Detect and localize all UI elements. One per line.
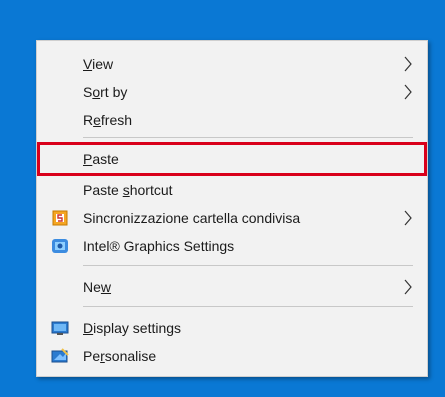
menu-item-intel-graphics[interactable]: Intel® Graphics Settings [37, 233, 427, 259]
sync-folder-icon [52, 210, 68, 226]
menu-item-sort-by[interactable]: Sort by [37, 79, 427, 105]
label-rest: hortcut [129, 182, 173, 198]
menu-item-new[interactable]: New [37, 274, 427, 300]
intel-graphics-icon [52, 239, 68, 253]
personalise-icon [51, 348, 69, 363]
menu-item-label: Sort by [83, 84, 127, 100]
menu-item-personalise[interactable]: Personalise [37, 343, 427, 369]
label-rest: rt by [100, 84, 128, 100]
menu-item-label: Personalise [83, 348, 156, 364]
mnemonic-char: P [83, 151, 93, 167]
menu-item-sync-folder[interactable]: Sincronizzazione cartella condivisa [37, 205, 427, 231]
chevron-right-icon [404, 210, 412, 226]
menu-item-label: View [83, 56, 113, 72]
mnemonic-char: e [93, 112, 101, 128]
menu-item-label: New [83, 279, 111, 295]
label-rest: fresh [100, 112, 133, 128]
label-part: Paste [83, 182, 123, 198]
menu-item-paste-shortcut[interactable]: Paste shortcut [37, 177, 427, 203]
mnemonic-char: V [83, 56, 93, 72]
label-rest: aste [92, 151, 119, 167]
mnemonic-char: w [100, 279, 112, 295]
menu-item-refresh[interactable]: Refresh [37, 107, 427, 133]
mnemonic-char: D [83, 320, 94, 336]
label-rest: isplay settings [93, 320, 182, 336]
menu-separator [83, 265, 413, 266]
desktop-context-menu: View Sort by Refresh Paste Paste shortcu… [36, 40, 428, 377]
menu-item-label: Sincronizzazione cartella condivisa [83, 210, 301, 226]
label-rest: iew [92, 56, 114, 72]
label-rest: sonalise [104, 348, 157, 364]
display-settings-icon [51, 321, 69, 335]
menu-item-label: Display settings [83, 320, 181, 336]
menu-item-display-settings[interactable]: Display settings [37, 315, 427, 341]
menu-item-label: Paste shortcut [83, 182, 173, 198]
label-part: S [83, 84, 93, 100]
mnemonic-char: s [122, 182, 130, 198]
menu-item-view[interactable]: View [37, 51, 427, 77]
label-part: R [83, 112, 94, 128]
menu-item-paste[interactable]: Paste [37, 146, 427, 172]
chevron-right-icon [404, 279, 412, 295]
label-part: Pe [83, 348, 101, 364]
menu-item-label: Paste [83, 151, 119, 167]
menu-separator [83, 137, 413, 138]
chevron-right-icon [404, 84, 412, 100]
mnemonic-char: o [92, 84, 101, 100]
label-part: Ne [83, 279, 101, 295]
chevron-right-icon [404, 56, 412, 72]
menu-item-label: Intel® Graphics Settings [83, 238, 235, 254]
menu-item-label: Refresh [83, 112, 132, 128]
menu-separator [83, 306, 413, 307]
